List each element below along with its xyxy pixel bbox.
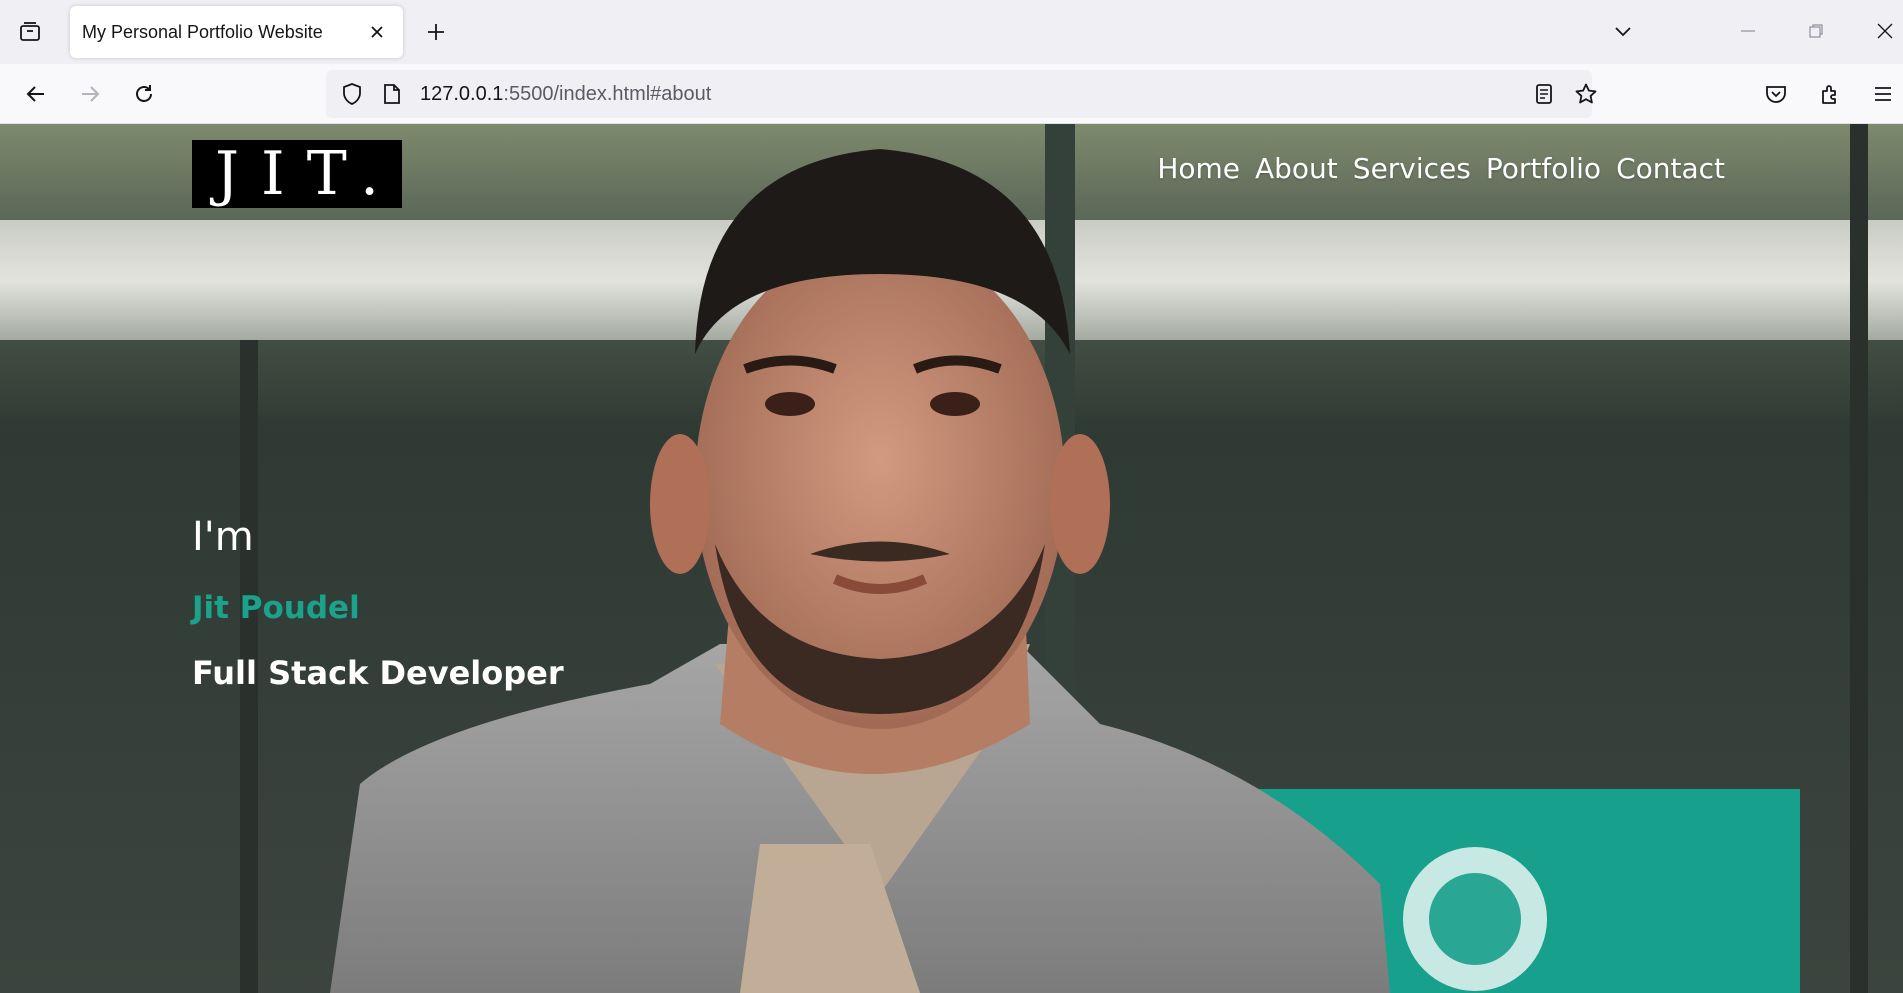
browser-toolbar: 127.0.0.1:5500/index.html#about <box>0 64 1903 124</box>
browser-tab-bar: My Personal Portfolio Website <box>0 0 1903 64</box>
pocket-icon[interactable] <box>1758 76 1794 112</box>
nav-link-services[interactable]: Services <box>1353 152 1471 185</box>
forward-icon[interactable] <box>72 76 108 112</box>
site-nav: Home About Services Portfolio Contact <box>1157 152 1725 185</box>
address-bar[interactable]: 127.0.0.1:5500/index.html#about <box>326 70 1597 118</box>
extensions-icon[interactable] <box>1812 76 1848 112</box>
window-close-icon[interactable] <box>1862 12 1903 50</box>
url-text[interactable]: 127.0.0.1:5500/index.html#about <box>420 83 711 106</box>
close-icon[interactable] <box>363 18 391 46</box>
hero-text: I'm Jit Poudel Full Stack Developer <box>192 514 564 692</box>
menu-icon[interactable] <box>1865 76 1901 112</box>
url-host: 127.0.0.1 <box>420 83 504 105</box>
reader-view-icon[interactable] <box>1526 76 1562 112</box>
hero-name: Jit Poudel <box>192 590 360 626</box>
site-logo[interactable]: JIT. <box>192 140 402 208</box>
page-icon[interactable] <box>374 76 410 112</box>
shield-icon[interactable] <box>334 76 370 112</box>
nav-link-portfolio[interactable]: Portfolio <box>1486 152 1601 185</box>
star-icon[interactable] <box>1568 76 1604 112</box>
hero-role: Full Stack Developer <box>192 654 564 692</box>
tab-title: My Personal Portfolio Website <box>82 21 323 42</box>
page-viewport: JIT. Home About Services Portfolio Conta… <box>0 124 1903 993</box>
url-path: :5500/index.html#about <box>503 83 712 105</box>
nav-link-about[interactable]: About <box>1255 152 1338 185</box>
logo-text: JIT. <box>214 139 402 209</box>
tab-list-icon[interactable] <box>12 14 48 50</box>
hero-intro: I'm <box>192 514 254 560</box>
nav-link-contact[interactable]: Contact <box>1616 152 1725 185</box>
chevron-down-icon[interactable] <box>1600 12 1646 50</box>
plus-icon[interactable] <box>418 14 454 50</box>
restore-icon[interactable] <box>1793 12 1839 50</box>
nav-link-home[interactable]: Home <box>1157 152 1240 185</box>
back-icon[interactable] <box>18 76 54 112</box>
reload-icon[interactable] <box>126 76 162 112</box>
browser-tab[interactable]: My Personal Portfolio Website <box>70 6 403 58</box>
minimize-icon[interactable] <box>1725 12 1771 50</box>
